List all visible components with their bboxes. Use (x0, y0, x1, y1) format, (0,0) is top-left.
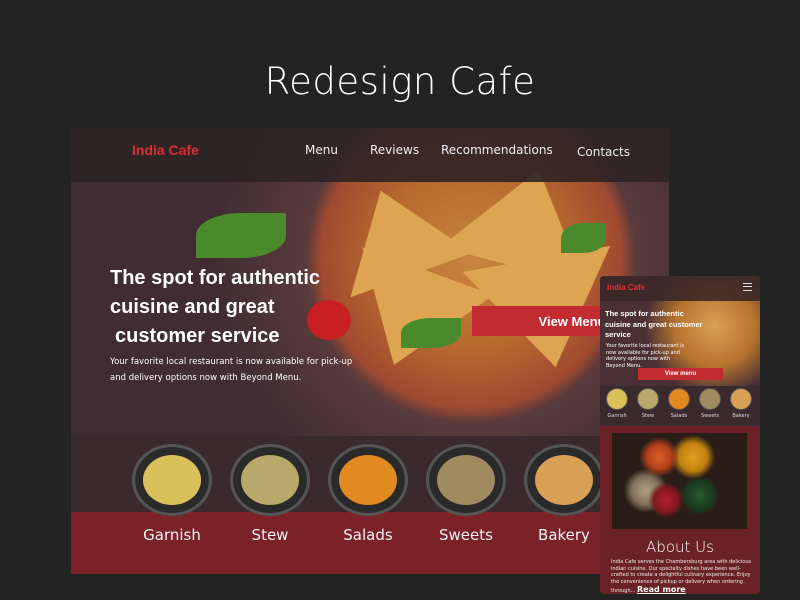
mobile-headline: The spot for authentic cuisine and great… (605, 309, 703, 339)
nav-menu[interactable]: Menu (305, 143, 338, 157)
category-stew[interactable]: Stew (229, 444, 311, 544)
headline-line: cuisine and great (110, 296, 275, 318)
category-label: Stew (251, 526, 289, 544)
mobile-category[interactable]: Bakery (728, 388, 754, 419)
mobile-category[interactable]: Salads (666, 388, 692, 419)
hamburger-icon[interactable] (743, 283, 752, 291)
mobile-subtitle: Your favorite local restaurant is now av… (606, 343, 685, 369)
category-label: Garnish (143, 526, 201, 544)
nav-reviews[interactable]: Reviews (370, 143, 419, 157)
mobile-category[interactable]: Garnish (604, 388, 630, 419)
hero-subtitle: Your favorite local restaurant is now av… (110, 357, 353, 383)
category-label: Salads (670, 413, 688, 419)
category-image (699, 388, 721, 410)
category-label: Bakery (538, 526, 590, 544)
mobile-mockup: India Cafe The spot for authentic cuisin… (600, 276, 760, 594)
category-bakery[interactable]: Bakery (523, 444, 605, 544)
category-image (524, 444, 604, 516)
mobile-category[interactable]: Stew (635, 388, 661, 419)
mobile-categories: Garnish Stew Salads Sweets Bakery (600, 386, 760, 426)
mobile-view-menu-button[interactable]: View menu (638, 368, 723, 380)
headline-line: The spot for authentic (110, 267, 320, 289)
top-nav: India Cafe Menu Reviews Recommendations … (71, 128, 669, 182)
category-image (606, 388, 628, 410)
read-more-link[interactable]: Read more (637, 585, 686, 594)
category-label: Bakery (732, 413, 750, 419)
nav-contacts[interactable]: Contacts (577, 145, 630, 159)
category-label: Sweets (439, 526, 493, 544)
category-image (328, 444, 408, 516)
page-title: Redesign Cafe (264, 60, 536, 103)
brand-logo[interactable]: India Cafe (132, 142, 199, 158)
category-label: Stew (641, 413, 655, 419)
category-garnish[interactable]: Garnish (131, 444, 213, 544)
category-image (426, 444, 506, 516)
headline-line: customer service (115, 325, 280, 347)
mobile-category[interactable]: Sweets (697, 388, 723, 419)
spices-image (612, 433, 747, 529)
category-image (730, 388, 752, 410)
mobile-nav: India Cafe (600, 276, 760, 301)
category-label: Salads (343, 526, 393, 544)
desktop-mockup: India Cafe Menu Reviews Recommendations … (71, 128, 669, 574)
category-salads[interactable]: Salads (327, 444, 409, 544)
mobile-brand-logo[interactable]: India Cafe (607, 283, 645, 292)
hero-headline: The spot for authentic cuisine and great… (110, 264, 370, 351)
category-label: Sweets (701, 413, 719, 419)
category-image (668, 388, 690, 410)
about-title: About Us (646, 538, 714, 556)
category-image (637, 388, 659, 410)
category-image (230, 444, 310, 516)
category-label: Garnish (607, 413, 627, 419)
category-image (132, 444, 212, 516)
nav-recommendations[interactable]: Recommendations (441, 143, 553, 157)
about-text: India Cafe serves the Chambersburg area … (611, 559, 753, 594)
category-sweets[interactable]: Sweets (425, 444, 507, 544)
